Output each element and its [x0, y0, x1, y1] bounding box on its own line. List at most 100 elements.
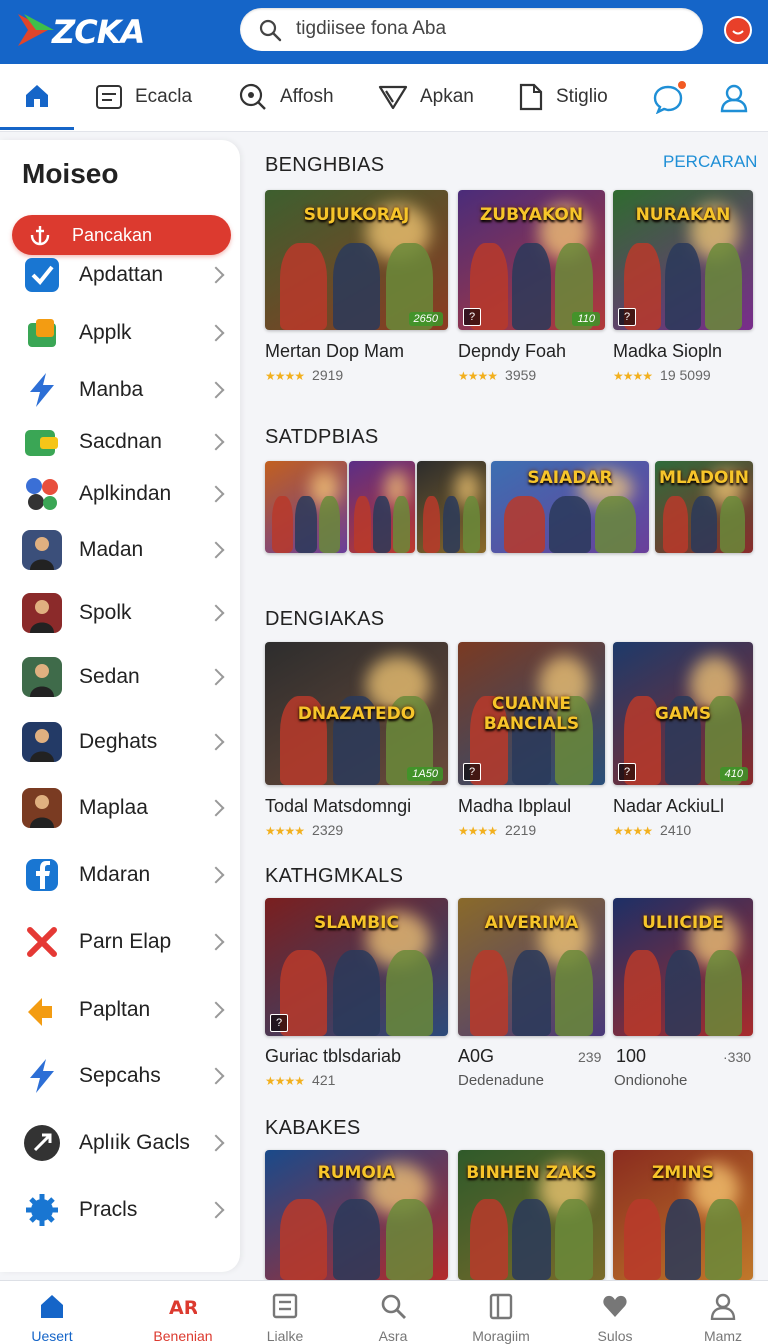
game-thumbnail[interactable]	[417, 461, 486, 553]
app-rating: ★★★★ 3959	[458, 367, 536, 383]
game-thumbnail[interactable]: RUMOIA	[265, 1150, 448, 1280]
character-figure	[662, 495, 689, 553]
sidebar-cta-button[interactable]: Pancakan	[12, 215, 231, 255]
chevron-right-icon	[207, 381, 225, 399]
app-title[interactable]: Depndy Foah	[458, 341, 605, 362]
bottom-nav-label: Mamz	[703, 1328, 743, 1344]
sidebar-item[interactable]: Papltan	[0, 985, 240, 1035]
bottom-nav-item[interactable]: Uesert	[2, 1281, 102, 1344]
game-thumbnail[interactable]: DNAZATEDO 1A50	[265, 642, 448, 785]
notification-badge	[676, 79, 688, 91]
sidebar-item[interactable]: Parn Elap	[0, 917, 240, 967]
app-logo[interactable]: ZCKA	[18, 10, 168, 51]
character-figure	[624, 1199, 661, 1280]
sidebar-item-label: Mdaran	[79, 863, 151, 886]
price-tag: 2650	[408, 312, 443, 326]
sidebar-item[interactable]: Deghats	[0, 717, 240, 767]
sidebar-item[interactable]: Spolk	[0, 588, 240, 638]
star-rating-icon: ★★★★	[613, 824, 653, 838]
character-figure	[271, 495, 293, 553]
app-title[interactable]: 100	[616, 1046, 646, 1067]
app-rating: ★★★★ 2329	[265, 822, 343, 838]
sidebar-item-label: Sepcahs	[79, 1064, 161, 1087]
character-figure	[279, 1199, 328, 1280]
sidebar-item[interactable]: Aplkindan	[0, 469, 240, 519]
sidebar-item[interactable]: Applk	[0, 308, 240, 358]
user-icon	[710, 1293, 736, 1320]
game-thumbnail[interactable]: ULIICIDE	[613, 898, 753, 1036]
sidebar-item-label: Parn Elap	[79, 930, 172, 953]
price-tag: 110	[572, 312, 600, 326]
game-thumbnail[interactable]: SLAMBIC?	[265, 898, 448, 1036]
package-icon	[22, 313, 62, 353]
game-thumbnail[interactable]: BINHEN ZAKS	[458, 1150, 605, 1280]
rating-badge-icon: ?	[270, 1014, 288, 1032]
app-count: ·330	[723, 1049, 752, 1065]
sidebar-item[interactable]: Aplıik Gacls	[0, 1118, 240, 1168]
bottom-nav-item[interactable]: Asra	[343, 1281, 443, 1344]
star-rating-icon: ★★★★	[458, 369, 498, 383]
bottom-nav-item[interactable]: Sulos	[565, 1281, 665, 1344]
tab-apkan[interactable]: Apkan	[378, 64, 474, 130]
sidebar-item[interactable]: Madan	[0, 525, 240, 575]
search-icon	[381, 1294, 406, 1319]
app-title[interactable]: Nadar AckiuLl	[613, 796, 753, 817]
tab-ecacla[interactable]: Ecacla	[95, 64, 192, 130]
sidebar-item[interactable]: Maplaa	[0, 783, 240, 833]
chevron-right-icon	[207, 933, 225, 951]
app-title[interactable]: Madka Siopln	[613, 341, 753, 362]
chevron-right-icon	[207, 1134, 225, 1152]
sidebar-item[interactable]: Sacdnan	[0, 417, 240, 467]
game-thumbnail[interactable]: SUJUKORAJ 2650	[265, 190, 448, 330]
game-thumbnail[interactable]: AIVERIMA	[458, 898, 605, 1036]
bottom-nav-item[interactable]: AR Benenian	[133, 1281, 233, 1344]
game-thumbnail[interactable]: SAIADAR	[491, 461, 649, 553]
game-thumbnail[interactable]: ZMINS	[613, 1150, 753, 1280]
sidebar-item[interactable]: Sepcahs	[0, 1051, 240, 1101]
sidebar-item[interactable]: Mdaran	[0, 850, 240, 900]
character-figure	[373, 495, 391, 553]
sidebar-item[interactable]: Sedan	[0, 652, 240, 702]
game-thumbnail[interactable]: CUANNE BANCIALS?	[458, 642, 605, 785]
bottom-nav-item[interactable]: Moragiim	[451, 1281, 551, 1344]
search-bar[interactable]	[240, 8, 703, 51]
bottom-nav: Uesert AR Benenian Lialke Asra Moragiim Sulos M…	[0, 1280, 768, 1344]
bolt-icon	[22, 370, 62, 410]
search-icon	[259, 19, 282, 42]
app-title[interactable]: A0G	[458, 1046, 494, 1067]
star-rating-icon: ★★★★	[265, 824, 305, 838]
home-icon	[26, 84, 48, 107]
game-thumbnail[interactable]: GAMS? 410	[613, 642, 753, 785]
tab-home[interactable]	[0, 64, 74, 130]
app-title[interactable]: Madha Ibplaul	[458, 796, 605, 817]
game-title-art: MLADOIN	[658, 467, 750, 488]
see-all-link[interactable]: PERCARAN	[663, 152, 757, 172]
bottom-nav-item[interactable]: Mamz	[673, 1281, 768, 1344]
sidebar-item-label: Aplkindan	[79, 482, 172, 505]
rating-count: 2919	[312, 367, 344, 383]
game-thumbnail[interactable]: NURAKAN?	[613, 190, 753, 330]
bottom-nav-item[interactable]: Lialke	[235, 1281, 335, 1344]
tab-affosh[interactable]: Affosh	[238, 64, 334, 130]
tab-stiglio[interactable]: Stiglio	[518, 64, 608, 130]
search-input[interactable]	[296, 16, 686, 42]
sidebar-item[interactable]: Apdattan	[0, 250, 240, 300]
game-thumbnail[interactable]	[349, 461, 415, 553]
user-icon[interactable]	[718, 82, 750, 114]
rating-count: 2410	[660, 822, 692, 838]
price-tag: 1A50	[407, 767, 443, 781]
game-thumbnail[interactable]	[265, 461, 347, 553]
game-title-art: ULIICIDE	[642, 912, 724, 933]
sidebar-item[interactable]: Pracls	[0, 1185, 240, 1235]
sidebar-title: Moiseo	[22, 158, 119, 189]
notification-button[interactable]	[724, 16, 752, 44]
sidebar-item[interactable]: Manba	[0, 365, 240, 415]
game-thumbnail[interactable]: MLADOIN	[655, 461, 753, 553]
app-title[interactable]: Guriac tblsdariab	[265, 1046, 448, 1067]
chevron-right-icon	[207, 668, 225, 686]
app-title[interactable]: Todal Matsdomngi	[265, 796, 448, 817]
chevron-right-icon	[207, 541, 225, 559]
game-thumbnail[interactable]: ZUBYAKON? 110	[458, 190, 605, 330]
sidebar-item-label: Apdattan	[79, 263, 164, 286]
app-title[interactable]: Mertan Dop Mam	[265, 341, 448, 362]
